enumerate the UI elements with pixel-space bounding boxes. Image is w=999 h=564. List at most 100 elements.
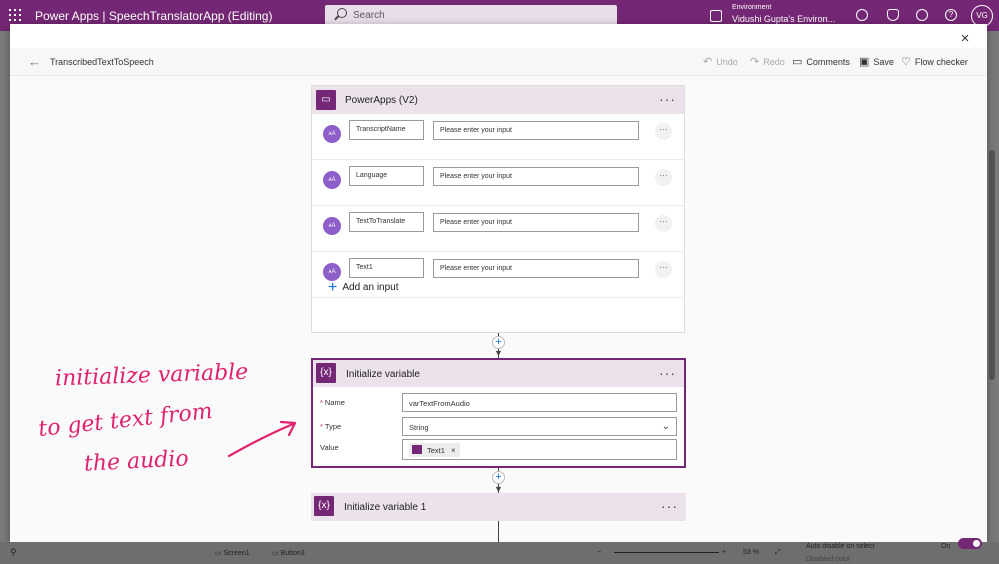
init-variable-1-card[interactable]: {x} Initialize variable 1 ··· [311,493,686,521]
flow-checker-label: Flow checker [914,57,968,67]
fit-to-screen-icon[interactable]: ⤢ [775,549,781,557]
undo-button[interactable]: ↶ Undo [703,55,738,68]
token-remove-icon[interactable]: × [451,446,456,455]
text-param-icon: ᴀA [323,171,341,189]
settings-icon[interactable] [916,9,928,21]
trigger-card-header[interactable]: ▭ PowerApps (V2) ··· [312,86,684,114]
trigger-title: PowerApps (V2) [345,95,418,106]
search-box[interactable]: Search [325,5,617,25]
zoom-slider[interactable] [614,552,719,553]
comments-button[interactable]: ▭ Comments [792,55,850,68]
variable-type-select[interactable]: String ⌄ [402,417,677,436]
flow-checker-button[interactable]: ♡ Flow checker [901,55,968,68]
param-value-field[interactable]: Please enter your input [433,213,639,232]
toggle-on-label: On [941,543,951,550]
trigger-more-icon[interactable]: ··· [659,91,676,107]
annotation-line-1: initialize variable [54,359,249,392]
name-label: * Name [320,398,345,407]
variable-value-field[interactable]: Text1 × [402,439,677,460]
save-button[interactable]: ▣ Save [859,55,894,68]
text-param-icon: ᴀA [323,217,341,235]
search-icon [337,8,347,18]
name-label-text: Name [324,398,345,407]
notifications-icon[interactable] [887,9,899,21]
variable-icon: {x} [314,496,334,516]
powerapps-logo-icon: ▭ [316,90,336,110]
param-name-field[interactable]: Language [349,166,424,186]
person-icon: ⚲ [10,547,17,557]
redo-label: Redo [763,57,785,67]
zoom-in-icon[interactable]: + [722,549,726,556]
param-value-field[interactable]: Please enter your input [433,121,639,140]
undo-label: Undo [716,57,738,67]
comments-label: Comments [806,57,850,67]
help-icon[interactable]: ? [945,9,957,21]
chevron-down-icon: ⌄ [661,421,670,432]
copilot-icon[interactable] [856,9,868,21]
studio-bottom-bar: ⚲ ▭ Screen1 ▭ Button3 − + 53 % ⤢ Auto di… [0,542,999,564]
variable-icon: {x} [316,363,336,383]
param-row: ᴀA Language Please enter your input ··· [312,160,685,206]
comment-icon: ▭ [792,56,803,68]
param-more-icon[interactable]: ··· [655,215,672,232]
token-label: Text1 [427,446,445,455]
insert-step-icon[interactable]: + [492,471,505,484]
app-title: Power Apps | SpeechTranslatorApp (Editin… [35,9,273,23]
init-variable-card[interactable]: {x} Initialize variable ··· * Name varTex… [311,358,686,468]
text-param-icon: ᴀA [323,125,341,143]
environment-value: Vidushi Gupta's Environ... [732,14,836,24]
init-variable-title: Initialize variable [346,369,420,380]
save-label: Save [873,57,894,67]
param-row: ᴀA TranscriptName Please enter your inpu… [312,114,685,160]
init-variable-1-title: Initialize variable 1 [344,502,427,513]
save-icon: ▣ [859,56,870,68]
background-scrollbar [989,150,995,380]
param-value-field[interactable]: Please enter your input [433,259,639,278]
auto-disable-label: Auto disable on select [806,543,875,550]
add-input-button[interactable]: + Add an input [328,279,399,297]
flow-name: TranscribedTextToSpeech [50,57,154,67]
search-placeholder: Search [353,10,385,21]
zoom-level: 53 % [743,549,759,556]
variable-name-field[interactable]: varTextFromAudio [402,393,677,412]
button3-label: Button3 [280,550,305,557]
init-variable-1-more-icon[interactable]: ··· [661,498,678,514]
trigger-card[interactable]: ▭ PowerApps (V2) ··· ᴀA TranscriptName P… [311,85,685,333]
screen1-label: Screen1 [223,550,250,557]
arrow-down-icon: ▼ [494,348,503,358]
init-variable-more-icon[interactable]: ··· [659,365,676,381]
dynamic-content-token[interactable]: Text1 × [409,443,460,457]
plus-icon: + [328,279,338,296]
init-variable-1-header[interactable]: {x} Initialize variable 1 ··· [311,493,686,521]
param-name-field[interactable]: Text1 [349,258,424,278]
undo-icon: ↶ [703,56,713,68]
breadcrumb-screen1[interactable]: ▭ Screen1 [215,549,250,557]
disabled-color-label: Disabled color [806,556,851,563]
param-more-icon[interactable]: ··· [655,261,672,278]
annotation-line-3: the audio [83,446,190,477]
connector-line [498,521,499,542]
param-name-field[interactable]: TranscriptName [349,120,424,140]
param-more-icon[interactable]: ··· [655,123,672,140]
arrow-down-icon: ▼ [494,484,503,494]
stethoscope-icon: ♡ [901,56,911,68]
environment-label: Environment [732,4,772,11]
param-value-field[interactable]: Please enter your input [433,167,639,186]
flow-header: ← TranscribedTextToSpeech ↶ Undo ↷ Redo ▭ C… [10,48,987,76]
annotation-arrow-icon [227,420,297,458]
breadcrumb-button3[interactable]: ▭ Button3 [272,549,305,557]
init-variable-header[interactable]: {x} Initialize variable ··· [313,360,684,387]
auto-disable-toggle[interactable] [958,538,982,549]
flow-editor-modal: × ← TranscribedTextToSpeech ↶ Undo ↷ Redo … [10,24,987,542]
powerapps-token-icon [412,445,422,454]
param-more-icon[interactable]: ··· [655,169,672,186]
zoom-out-icon[interactable]: − [597,549,601,556]
redo-button[interactable]: ↷ Redo [750,55,785,68]
app-launcher-icon[interactable] [9,9,21,21]
back-arrow-icon[interactable]: ← [28,54,41,69]
variable-type-value: String [409,423,429,432]
param-row: ᴀA TextToTranslate Please enter your inp… [312,206,685,252]
param-name-field[interactable]: TextToTranslate [349,212,424,232]
redo-icon: ↷ [750,56,760,68]
close-icon[interactable]: × [958,31,972,46]
